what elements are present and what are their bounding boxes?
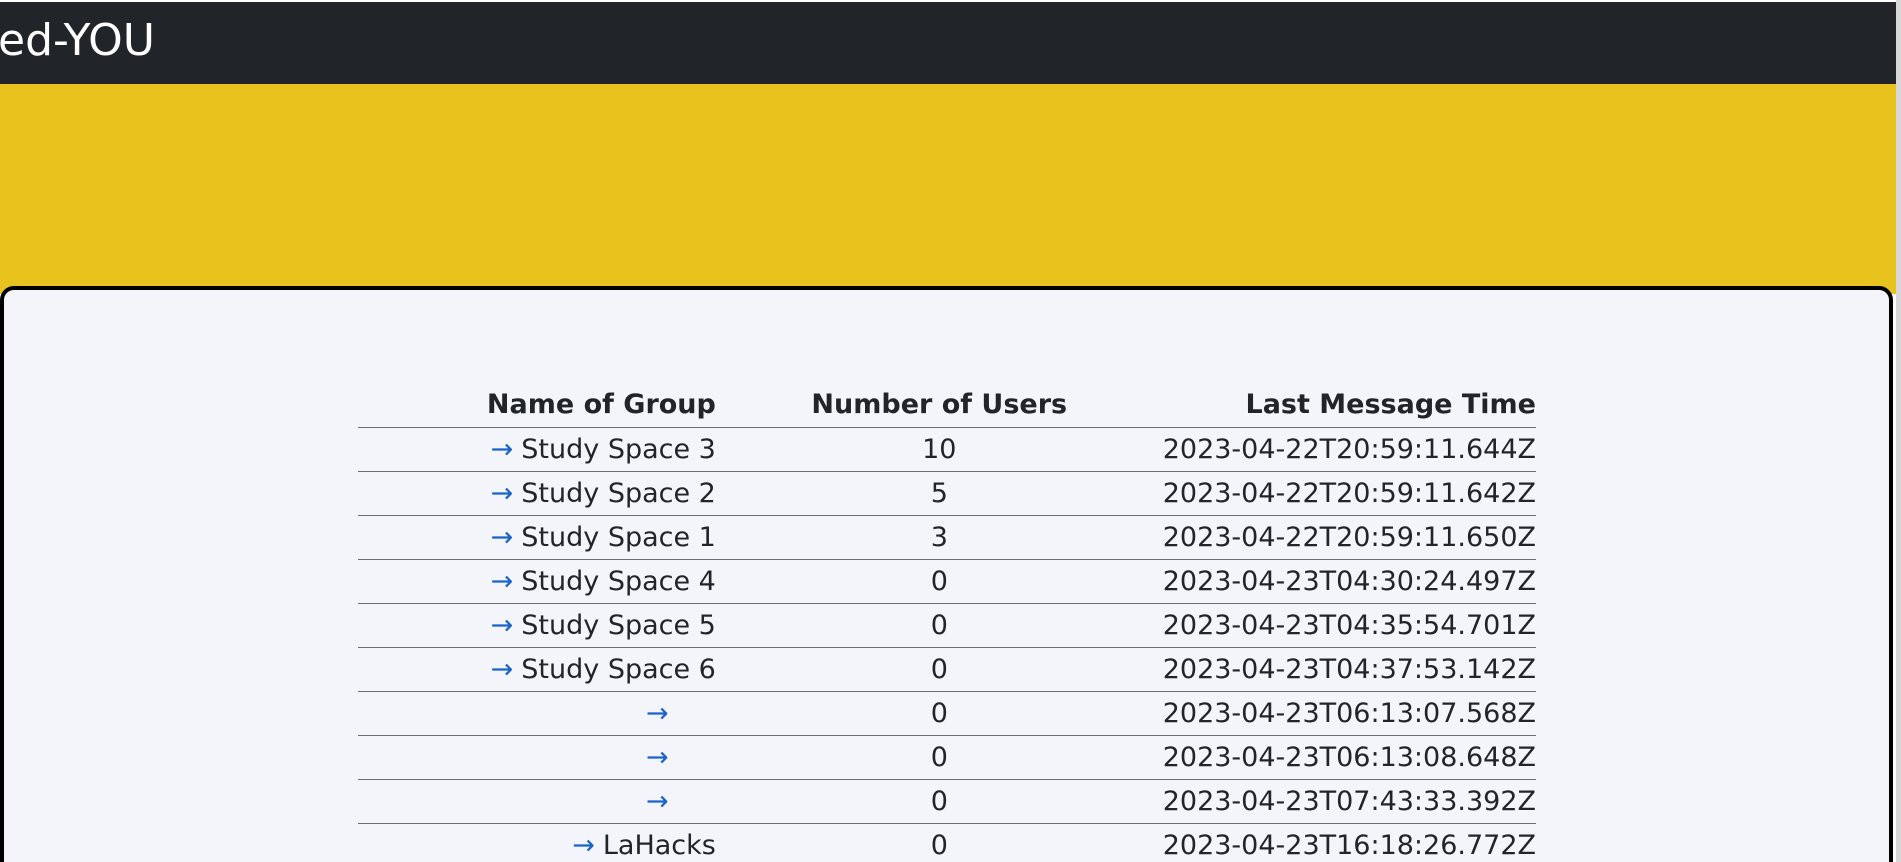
top-navbar: ed-YOU [0,2,1896,84]
group-name-cell: → LaHacks [358,823,716,862]
group-name-cell: → Study Space 5 [358,603,716,648]
table-row[interactable]: → Study Space 3 10 2023-04-22T20:59:11.644Z [358,427,1536,472]
group-name-cell: → Study Space 4 [358,559,716,604]
table-header-row: Name of Group Number of Users Last Messa… [358,381,1536,428]
table-row[interactable]: → 0 2023-04-23T06:13:08.648Z [358,735,1536,780]
user-count-cell: 0 [715,691,1163,736]
page: ed-YOU Name of Group Number of Users Las… [0,0,1901,862]
arrow-right-icon[interactable]: → [491,654,514,685]
group-name-cell: → Study Space 2 [358,471,716,516]
hero-banner [0,84,1896,294]
table-row[interactable]: → Study Space 4 0 2023-04-23T04:30:24.497Z [358,559,1536,604]
group-name-link[interactable]: Study Space 3 [521,434,716,465]
user-count-cell: 0 [715,559,1163,604]
arrow-right-icon[interactable]: → [491,522,514,553]
arrow-right-icon[interactable]: → [491,566,514,597]
table-row[interactable]: → Study Space 1 3 2023-04-22T20:59:11.650Z [358,515,1536,560]
column-header-name: Name of Group [358,381,716,428]
arrow-right-icon[interactable]: → [646,698,669,729]
group-name-cell: → [358,779,716,824]
user-count-cell: 0 [715,647,1163,692]
group-name-link[interactable]: Study Space 5 [521,610,716,641]
last-message-time-cell: 2023-04-22T20:59:11.644Z [1162,427,1536,472]
group-name-cell: → [358,735,716,780]
user-count-cell: 0 [715,823,1163,862]
arrow-right-icon[interactable]: → [491,434,514,465]
group-name-link[interactable]: Study Space 1 [521,522,716,553]
last-message-time-cell: 2023-04-23T06:13:08.648Z [1162,735,1536,780]
table-body: → Study Space 3 10 2023-04-22T20:59:11.644Z… [358,427,1536,862]
group-name-empty: → [599,786,716,817]
user-count-cell: 3 [715,515,1163,560]
last-message-time-cell: 2023-04-23T04:35:54.701Z [1162,603,1536,648]
last-message-time-cell: 2023-04-22T20:59:11.642Z [1162,471,1536,516]
column-header-time: Last Message Time [1162,381,1536,428]
column-header-users: Number of Users [715,381,1163,428]
group-name-cell: → [358,691,716,736]
arrow-right-icon[interactable]: → [491,610,514,641]
group-name-link[interactable]: LaHacks [603,830,716,861]
arrow-right-icon[interactable]: → [491,478,514,509]
group-name-cell: → Study Space 3 [358,427,716,472]
last-message-time-cell: 2023-04-23T06:13:07.568Z [1162,691,1536,736]
table-row[interactable]: → Study Space 6 0 2023-04-23T04:37:53.142Z [358,647,1536,692]
group-name-cell: → Study Space 6 [358,647,716,692]
arrow-right-icon[interactable]: → [572,830,595,861]
group-name-link[interactable]: Study Space 6 [521,654,716,685]
last-message-time-cell: 2023-04-23T04:37:53.142Z [1162,647,1536,692]
group-name-empty: → [599,698,716,729]
last-message-time-cell: 2023-04-23T16:18:26.772Z [1162,823,1536,862]
user-count-cell: 0 [715,603,1163,648]
table-row[interactable]: → Study Space 5 0 2023-04-23T04:35:54.701Z [358,603,1536,648]
group-name-empty: → [599,742,716,773]
arrow-right-icon[interactable]: → [646,786,669,817]
group-name-link[interactable]: Study Space 4 [521,566,716,597]
user-count-cell: 5 [715,471,1163,516]
scrollbar-track[interactable] [1896,0,1901,862]
last-message-time-cell: 2023-04-22T20:59:11.650Z [1162,515,1536,560]
brand-title[interactable]: ed-YOU [0,15,155,67]
group-name-link[interactable]: Study Space 2 [521,478,716,509]
arrow-right-icon[interactable]: → [646,742,669,773]
table-row[interactable]: → 0 2023-04-23T06:13:07.568Z [358,691,1536,736]
user-count-cell: 0 [715,735,1163,780]
table-row[interactable]: → 0 2023-04-23T07:43:33.392Z [358,779,1536,824]
table-row[interactable]: → Study Space 2 5 2023-04-22T20:59:11.642Z [358,471,1536,516]
user-count-cell: 0 [715,779,1163,824]
table-row[interactable]: → LaHacks 0 2023-04-23T16:18:26.772Z [358,823,1536,862]
last-message-time-cell: 2023-04-23T04:30:24.497Z [1162,559,1536,604]
groups-table: Name of Group Number of Users Last Messa… [358,381,1536,862]
last-message-time-cell: 2023-04-23T07:43:33.392Z [1162,779,1536,824]
user-count-cell: 10 [715,427,1163,472]
group-name-cell: → Study Space 1 [358,515,716,560]
